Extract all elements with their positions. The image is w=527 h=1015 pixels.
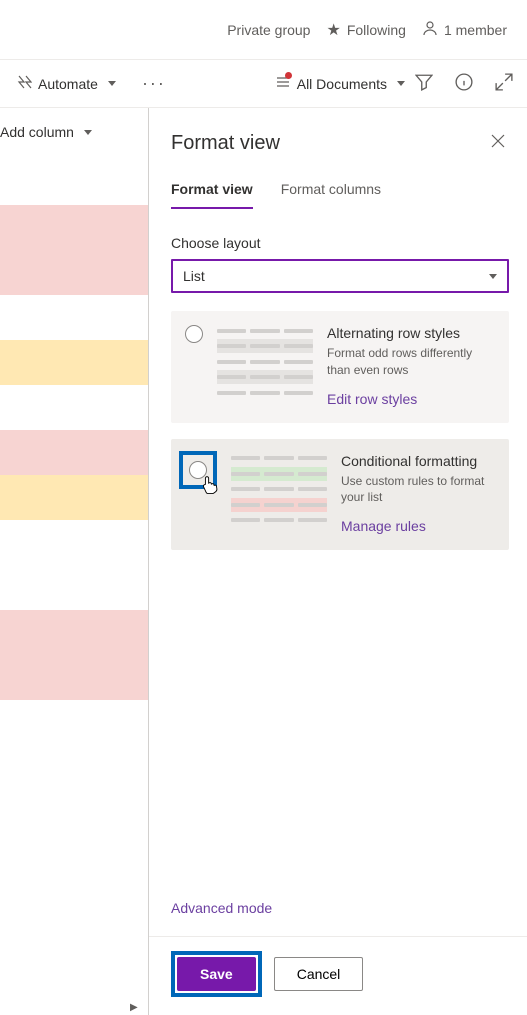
layout-dropdown[interactable]: List	[171, 259, 509, 293]
following-toggle[interactable]: ★ Following	[326, 20, 405, 40]
choose-layout-label: Choose layout	[171, 235, 509, 251]
expand-icon[interactable]	[495, 73, 513, 94]
list-rows	[0, 160, 148, 700]
view-selector[interactable]: All Documents	[275, 74, 405, 93]
option-conditional-formatting: Conditional formatting Use custom rules …	[171, 439, 509, 551]
advanced-mode-link[interactable]: Advanced mode	[171, 900, 509, 916]
conditional-radio[interactable]	[189, 461, 207, 479]
notification-dot-icon	[285, 72, 292, 79]
chevron-down-icon	[108, 81, 116, 86]
members-label: 1 member	[444, 22, 507, 38]
list-row[interactable]	[0, 610, 148, 655]
list-row[interactable]	[0, 475, 148, 520]
edit-row-styles-link[interactable]: Edit row styles	[327, 391, 495, 407]
list-view-icon	[275, 74, 291, 93]
person-icon	[422, 20, 438, 39]
group-privacy: Private group	[227, 22, 310, 38]
conditional-title: Conditional formatting	[341, 453, 495, 469]
automate-label: Automate	[38, 76, 98, 92]
alternating-desc: Format odd rows differently than even ro…	[327, 345, 495, 379]
list-row[interactable]	[0, 250, 148, 295]
panel-footer: Save Cancel	[149, 936, 527, 1015]
info-icon[interactable]	[455, 73, 473, 94]
list-row[interactable]	[0, 385, 148, 430]
conditional-desc: Use custom rules to format your list	[341, 473, 495, 507]
add-column-label: Add column	[0, 124, 74, 140]
conditional-preview-icon	[231, 453, 327, 535]
alternating-preview-icon	[217, 325, 313, 407]
list-row[interactable]	[0, 340, 148, 385]
layout-dropdown-value: List	[183, 268, 205, 284]
tutorial-highlight-radio	[179, 451, 217, 489]
manage-rules-link[interactable]: Manage rules	[341, 518, 495, 534]
command-bar: Automate ··· All Documents	[0, 60, 527, 108]
list-row[interactable]	[0, 655, 148, 700]
chevron-down-icon	[84, 130, 92, 135]
save-button[interactable]: Save	[177, 957, 256, 991]
list-row[interactable]	[0, 430, 148, 475]
tab-format-view[interactable]: Format view	[171, 181, 253, 209]
chevron-down-icon	[489, 274, 497, 279]
format-view-panel: Format view Format view Format columns C…	[148, 108, 527, 1015]
list-row[interactable]	[0, 565, 148, 610]
close-icon[interactable]	[487, 130, 509, 157]
group-privacy-label: Private group	[227, 22, 310, 38]
automate-button[interactable]: Automate	[8, 68, 124, 99]
list-row[interactable]	[0, 520, 148, 565]
filter-icon[interactable]	[415, 73, 433, 94]
tab-format-columns[interactable]: Format columns	[281, 181, 381, 209]
chevron-down-icon	[397, 81, 405, 86]
tutorial-highlight-save: Save	[171, 951, 262, 997]
more-actions-button[interactable]: ···	[134, 73, 174, 94]
panel-tabs: Format view Format columns	[171, 181, 509, 209]
add-column-button[interactable]: Add column	[0, 108, 148, 160]
following-label: Following	[347, 22, 406, 38]
view-selector-label: All Documents	[297, 76, 387, 92]
flow-icon	[16, 74, 32, 93]
cancel-button[interactable]: Cancel	[274, 957, 364, 991]
list-row[interactable]	[0, 160, 148, 205]
alternating-radio[interactable]	[185, 325, 203, 343]
scroll-right-icon[interactable]: ▶	[130, 1002, 138, 1013]
members-count[interactable]: 1 member	[422, 20, 507, 39]
option-alternating-rows: Alternating row styles Format odd rows d…	[171, 311, 509, 423]
panel-title: Format view	[171, 132, 280, 155]
site-header: Private group ★ Following 1 member	[0, 0, 527, 60]
star-icon: ★	[326, 20, 340, 40]
list-row[interactable]	[0, 295, 148, 340]
list-row[interactable]	[0, 205, 148, 250]
alternating-title: Alternating row styles	[327, 325, 495, 341]
list-area: Add column ▶	[0, 108, 148, 1015]
